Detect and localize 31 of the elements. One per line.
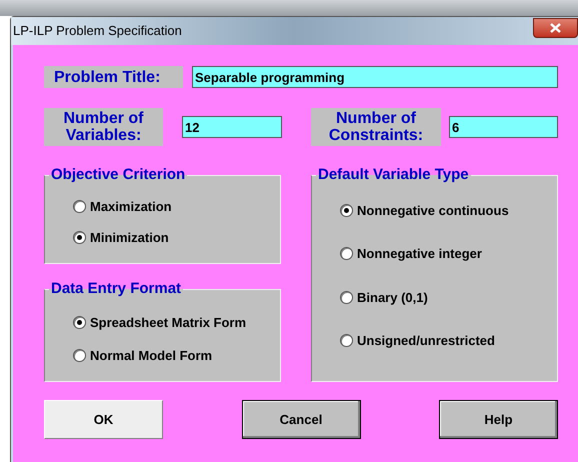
group-title: Default Variable Type [317, 165, 470, 185]
close-button[interactable] [533, 18, 578, 38]
radio-button[interactable] [340, 290, 353, 304]
close-icon [550, 23, 561, 33]
input-field[interactable]: 6 [449, 116, 558, 138]
option-label: Spreadsheet Matrix Form [90, 314, 246, 332]
option-label: Normal Model Form [90, 347, 212, 365]
radio-button[interactable] [340, 204, 353, 217]
radio-button[interactable] [340, 334, 353, 348]
option-label: Maximization [90, 198, 172, 216]
input-field[interactable]: 12 [182, 116, 282, 138]
field-label: Number of Constraints: [311, 108, 441, 146]
radio-button[interactable] [340, 247, 353, 260]
option-label: Nonnegative continuous [357, 202, 509, 220]
dialog-button[interactable]: OK [44, 400, 163, 439]
radio-button[interactable] [73, 349, 86, 362]
option-label: Unsigned/unrestricted [357, 332, 495, 350]
input-field[interactable]: Separable programming [192, 66, 558, 88]
option-label: Nonnegative integer [357, 245, 482, 263]
field-label: Problem Title: [44, 66, 183, 88]
field-label: Number of Variables: [44, 108, 163, 146]
dialog-button[interactable]: Cancel [242, 400, 360, 439]
window-title: LP-ILP Problem Specification [13, 22, 182, 40]
dialog-button[interactable]: Help [439, 400, 558, 439]
option-label: Binary (0,1) [357, 288, 428, 307]
group-title: Data Entry Format [50, 279, 182, 299]
radio-button[interactable] [73, 231, 86, 244]
option-label: Minimization [90, 229, 169, 247]
radio-button[interactable] [73, 316, 86, 329]
radio-button[interactable] [73, 200, 86, 213]
group-title: Objective Criterion [50, 165, 186, 185]
